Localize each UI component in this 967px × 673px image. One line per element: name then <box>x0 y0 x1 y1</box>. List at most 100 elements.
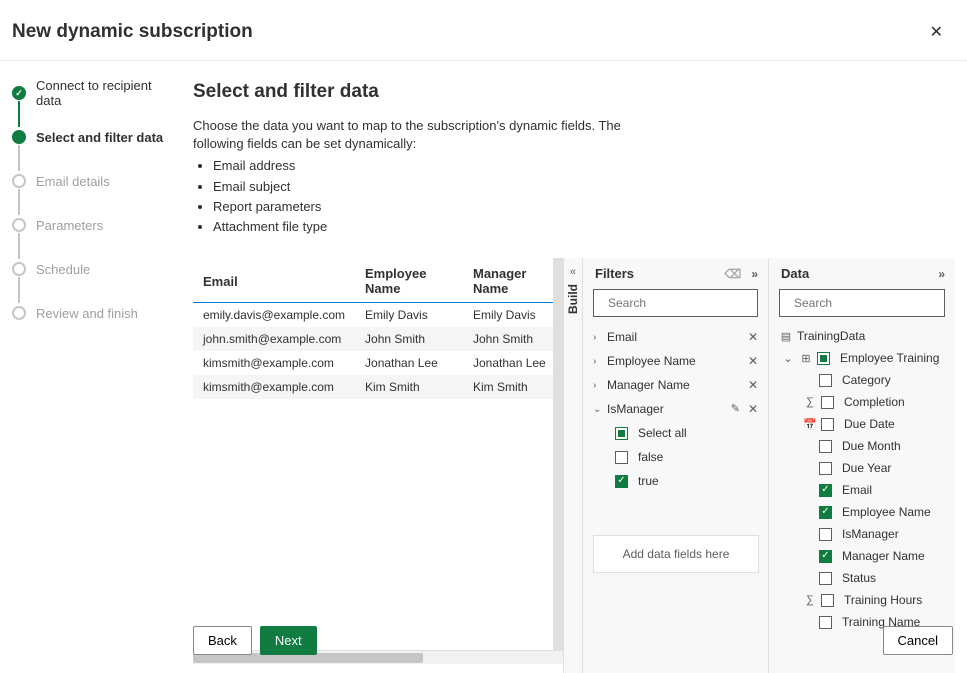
checkbox-unchecked-icon[interactable] <box>821 594 834 607</box>
page-title: Select and filter data <box>193 81 957 103</box>
nav-step-schedule: Schedule <box>12 259 175 279</box>
data-preview-table: Email Employee Name Manager Name emily.d… <box>193 258 563 673</box>
table-row[interactable]: emily.davis@example.com Emily Davis Emil… <box>193 303 563 328</box>
cell: John Smith <box>463 327 563 351</box>
filter-option-select-all[interactable]: Select all <box>615 421 758 445</box>
cancel-button[interactable]: Cancel <box>883 626 953 655</box>
filter-item-manager-name[interactable]: ›Manager Name ✕ <box>593 373 758 397</box>
column-header[interactable]: Email <box>193 258 355 303</box>
nav-step-email-details: Email details <box>12 171 175 191</box>
sigma-icon: ∑ <box>803 594 817 606</box>
bullet-item: Report parameters <box>213 198 633 216</box>
filters-search-input[interactable] <box>606 295 765 311</box>
dataset-node[interactable]: ▤ TrainingData <box>777 325 947 347</box>
chevron-left-icon: « <box>570 266 576 278</box>
field-due-year[interactable]: Due Year <box>777 457 947 479</box>
dropzone-label: Add data fields here <box>623 547 730 561</box>
checkbox-unchecked-icon[interactable] <box>819 528 832 541</box>
checkbox-unchecked-icon[interactable] <box>819 440 832 453</box>
checkbox-unchecked-icon[interactable] <box>819 462 832 475</box>
field-label: Due Date <box>844 417 895 431</box>
field-due-month[interactable]: Due Month <box>777 435 947 457</box>
filter-label: Employee Name <box>607 354 696 368</box>
chevron-right-icon: › <box>593 332 603 343</box>
field-label: Email <box>842 483 872 497</box>
field-label: Employee Name <box>842 505 931 519</box>
table-node[interactable]: ⌄ ⊞ Employee Training <box>777 347 947 369</box>
dialog-header: New dynamic subscription ✕ <box>0 0 967 61</box>
panel-title: Filters <box>595 266 634 281</box>
checkbox-indeterminate-icon[interactable] <box>817 352 830 365</box>
filter-option-true[interactable]: true <box>615 469 758 493</box>
chevron-right-icon[interactable]: » <box>751 267 758 281</box>
nav-step-select-filter[interactable]: Select and filter data <box>12 127 175 147</box>
edit-filter-icon[interactable]: ✎ <box>731 402 740 416</box>
checkbox-checked-icon[interactable] <box>819 506 832 519</box>
column-header[interactable]: Employee Name <box>355 258 463 303</box>
option-label: true <box>638 474 659 488</box>
field-employee-name[interactable]: Employee Name <box>777 501 947 523</box>
field-category[interactable]: Category <box>777 369 947 391</box>
wizard-nav: Connect to recipient data Select and fil… <box>0 61 175 673</box>
field-manager-name[interactable]: Manager Name <box>777 545 947 567</box>
eraser-icon[interactable]: ⌫ <box>724 267 741 281</box>
table-icon: ⊞ <box>799 352 813 365</box>
chevron-down-icon: ⌄ <box>593 404 603 415</box>
data-panel: Data » ▤ TrainingData ⌄ ⊞ <box>769 258 955 673</box>
table-row[interactable]: john.smith@example.com John Smith John S… <box>193 327 563 351</box>
cell: John Smith <box>355 327 463 351</box>
table-row[interactable]: kimsmith@example.com Kim Smith Kim Smith <box>193 375 563 399</box>
checkbox-unchecked-icon[interactable] <box>821 396 834 409</box>
checkbox-checked-icon[interactable] <box>615 475 628 488</box>
next-button[interactable]: Next <box>260 626 317 655</box>
calendar-icon: 📅 <box>803 418 817 431</box>
build-pane-toggle[interactable]: « Build <box>563 258 583 673</box>
cell: Jonathan Lee <box>463 351 563 375</box>
field-label: Category <box>842 373 891 387</box>
vertical-scrollbar[interactable] <box>553 258 563 659</box>
remove-filter-icon[interactable]: ✕ <box>748 402 758 416</box>
field-ismanager[interactable]: IsManager <box>777 523 947 545</box>
data-search-input[interactable] <box>792 295 951 311</box>
remove-filter-icon[interactable]: ✕ <box>748 330 758 344</box>
table-row[interactable]: kimsmith@example.com Jonathan Lee Jonath… <box>193 351 563 375</box>
field-due-date[interactable]: 📅 Due Date <box>777 413 947 435</box>
data-search[interactable] <box>779 289 945 317</box>
field-label: Due Month <box>842 439 901 453</box>
filters-search[interactable] <box>593 289 758 317</box>
back-button[interactable]: Back <box>193 626 252 655</box>
option-label: false <box>638 450 663 464</box>
checkbox-unchecked-icon[interactable] <box>819 572 832 585</box>
sigma-icon: ∑ <box>803 396 817 408</box>
field-completion[interactable]: ∑ Completion <box>777 391 947 413</box>
filter-option-false[interactable]: false <box>615 445 758 469</box>
field-status[interactable]: Status <box>777 567 947 589</box>
cell: Kim Smith <box>463 375 563 399</box>
checkbox-unchecked-icon[interactable] <box>615 451 628 464</box>
nav-label: Email details <box>36 174 110 189</box>
filter-item-ismanager[interactable]: ⌄IsManager ✎ ✕ <box>593 397 758 421</box>
chevron-down-icon: ⌄ <box>781 352 795 365</box>
remove-filter-icon[interactable]: ✕ <box>748 378 758 392</box>
close-icon[interactable]: ✕ <box>926 18 947 46</box>
checkbox-unchecked-icon[interactable] <box>821 418 834 431</box>
checkbox-indeterminate-icon[interactable] <box>615 427 628 440</box>
column-header[interactable]: Manager Name <box>463 258 563 303</box>
filters-dropzone[interactable]: Add data fields here <box>593 535 759 573</box>
cell: Jonathan Lee <box>355 351 463 375</box>
chevron-right-icon[interactable]: » <box>938 267 945 281</box>
checkbox-checked-icon[interactable] <box>819 550 832 563</box>
nav-label: Review and finish <box>36 306 138 321</box>
cell: kimsmith@example.com <box>193 351 355 375</box>
table-header-row: Email Employee Name Manager Name <box>193 258 563 303</box>
checkbox-checked-icon[interactable] <box>819 484 832 497</box>
checkbox-unchecked-icon[interactable] <box>819 374 832 387</box>
field-label: Status <box>842 571 876 585</box>
filter-item-employee-name[interactable]: ›Employee Name ✕ <box>593 349 758 373</box>
field-training-hours[interactable]: ∑ Training Hours <box>777 589 947 611</box>
nav-step-connect[interactable]: Connect to recipient data <box>12 83 175 103</box>
nav-label: Select and filter data <box>36 130 163 145</box>
filter-item-email[interactable]: ›Email ✕ <box>593 325 758 349</box>
remove-filter-icon[interactable]: ✕ <box>748 354 758 368</box>
field-email[interactable]: Email <box>777 479 947 501</box>
